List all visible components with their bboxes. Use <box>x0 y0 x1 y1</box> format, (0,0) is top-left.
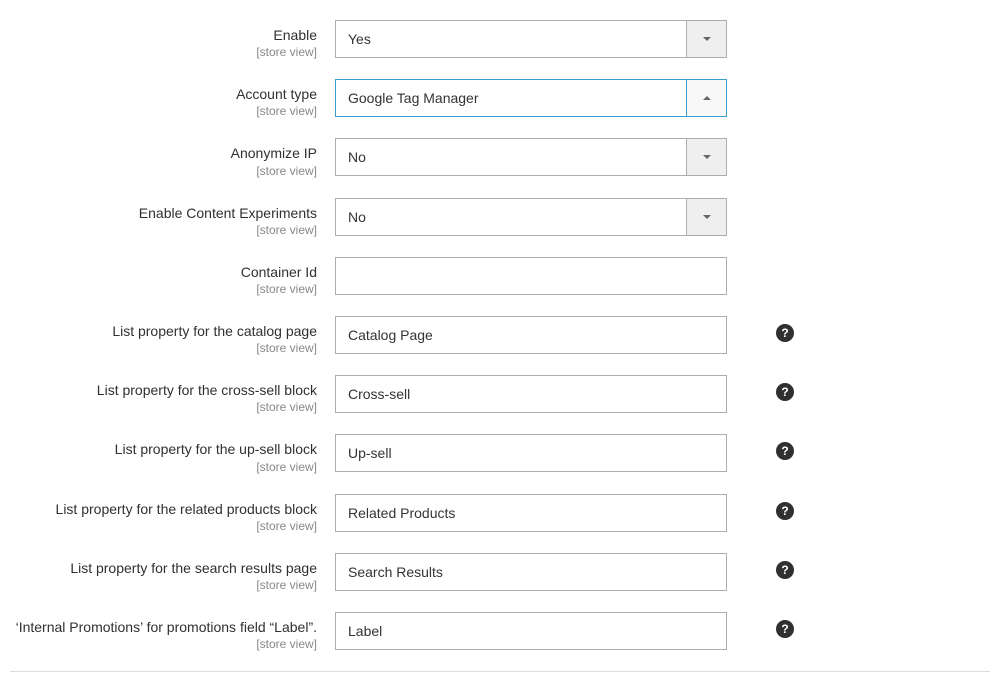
enable-scope: [store view] <box>10 45 317 59</box>
help-icon[interactable]: ? <box>776 561 794 579</box>
list-catalog-scope: [store view] <box>10 341 317 355</box>
input-col <box>335 553 765 591</box>
account-type-select-value: Google Tag Manager <box>336 90 686 106</box>
enable-select[interactable]: Yes <box>335 20 727 58</box>
settings-form: Enable [store view] Yes Account type [st… <box>10 20 990 672</box>
list-cross-sell-input[interactable] <box>335 375 727 413</box>
help-col: ? <box>765 494 795 520</box>
help-col: ? <box>765 612 795 638</box>
enable-label: Enable <box>10 26 317 44</box>
chevron-down-icon <box>686 199 726 235</box>
field-row-content-experiments: Enable Content Experiments [store view] … <box>10 198 990 237</box>
field-row-list-related: List property for the related products b… <box>10 494 990 533</box>
input-col <box>335 612 765 650</box>
account-type-scope: [store view] <box>10 104 317 118</box>
list-up-sell-label: List property for the up-sell block <box>10 440 317 458</box>
list-related-label: List property for the related products b… <box>10 500 317 518</box>
field-row-list-search: List property for the search results pag… <box>10 553 990 592</box>
list-search-label: List property for the search results pag… <box>10 559 317 577</box>
anonymize-ip-scope: [store view] <box>10 164 317 178</box>
input-col <box>335 494 765 532</box>
chevron-up-icon <box>686 80 726 116</box>
list-cross-sell-scope: [store view] <box>10 400 317 414</box>
input-col: No <box>335 198 765 236</box>
anonymize-ip-select-value: No <box>336 149 686 165</box>
input-col: Yes <box>335 20 765 58</box>
input-col <box>335 434 765 472</box>
container-id-input[interactable] <box>335 257 727 295</box>
list-related-scope: [store view] <box>10 519 317 533</box>
field-row-list-up-sell: List property for the up-sell block [sto… <box>10 434 990 473</box>
list-search-scope: [store view] <box>10 578 317 592</box>
content-experiments-select-value: No <box>336 209 686 225</box>
input-col: Google Tag Manager <box>335 79 765 117</box>
help-icon[interactable]: ? <box>776 383 794 401</box>
help-col: ? <box>765 316 795 342</box>
anonymize-ip-select[interactable]: No <box>335 138 727 176</box>
label-col: Container Id [store view] <box>10 257 335 296</box>
internal-promotions-scope: [store view] <box>10 637 317 651</box>
label-col: Account type [store view] <box>10 79 335 118</box>
list-cross-sell-label: List property for the cross-sell block <box>10 381 317 399</box>
account-type-select[interactable]: Google Tag Manager <box>335 79 727 117</box>
label-col: ‘Internal Promotions’ for promotions fie… <box>10 612 335 651</box>
internal-promotions-input[interactable] <box>335 612 727 650</box>
list-up-sell-input[interactable] <box>335 434 727 472</box>
field-row-account-type: Account type [store view] Google Tag Man… <box>10 79 990 118</box>
help-col: ? <box>765 434 795 460</box>
help-icon[interactable]: ? <box>776 324 794 342</box>
container-id-label: Container Id <box>10 263 317 281</box>
label-col: List property for the up-sell block [sto… <box>10 434 335 473</box>
container-id-scope: [store view] <box>10 282 317 296</box>
help-col: ? <box>765 375 795 401</box>
list-related-input[interactable] <box>335 494 727 532</box>
chevron-down-icon <box>686 21 726 57</box>
field-row-container-id: Container Id [store view] <box>10 257 990 296</box>
chevron-down-icon <box>686 139 726 175</box>
account-type-label: Account type <box>10 85 317 103</box>
input-col <box>335 316 765 354</box>
label-col: List property for the related products b… <box>10 494 335 533</box>
list-search-input[interactable] <box>335 553 727 591</box>
help-col: ? <box>765 553 795 579</box>
field-row-enable: Enable [store view] Yes <box>10 20 990 59</box>
field-row-anonymize-ip: Anonymize IP [store view] No <box>10 138 990 177</box>
enable-select-value: Yes <box>336 31 686 47</box>
field-row-list-cross-sell: List property for the cross-sell block [… <box>10 375 990 414</box>
label-col: Anonymize IP [store view] <box>10 138 335 177</box>
help-icon[interactable]: ? <box>776 620 794 638</box>
field-row-internal-promotions: ‘Internal Promotions’ for promotions fie… <box>10 612 990 651</box>
label-col: List property for the catalog page [stor… <box>10 316 335 355</box>
list-catalog-label: List property for the catalog page <box>10 322 317 340</box>
list-up-sell-scope: [store view] <box>10 460 317 474</box>
input-col <box>335 257 765 295</box>
help-icon[interactable]: ? <box>776 442 794 460</box>
label-col: Enable [store view] <box>10 20 335 59</box>
label-col: Enable Content Experiments [store view] <box>10 198 335 237</box>
label-col: List property for the cross-sell block [… <box>10 375 335 414</box>
input-col: No <box>335 138 765 176</box>
anonymize-ip-label: Anonymize IP <box>10 144 317 162</box>
content-experiments-scope: [store view] <box>10 223 317 237</box>
content-experiments-label: Enable Content Experiments <box>10 204 317 222</box>
list-catalog-input[interactable] <box>335 316 727 354</box>
field-row-list-catalog: List property for the catalog page [stor… <box>10 316 990 355</box>
internal-promotions-label: ‘Internal Promotions’ for promotions fie… <box>10 618 317 636</box>
help-icon[interactable]: ? <box>776 502 794 520</box>
input-col <box>335 375 765 413</box>
label-col: List property for the search results pag… <box>10 553 335 592</box>
content-experiments-select[interactable]: No <box>335 198 727 236</box>
